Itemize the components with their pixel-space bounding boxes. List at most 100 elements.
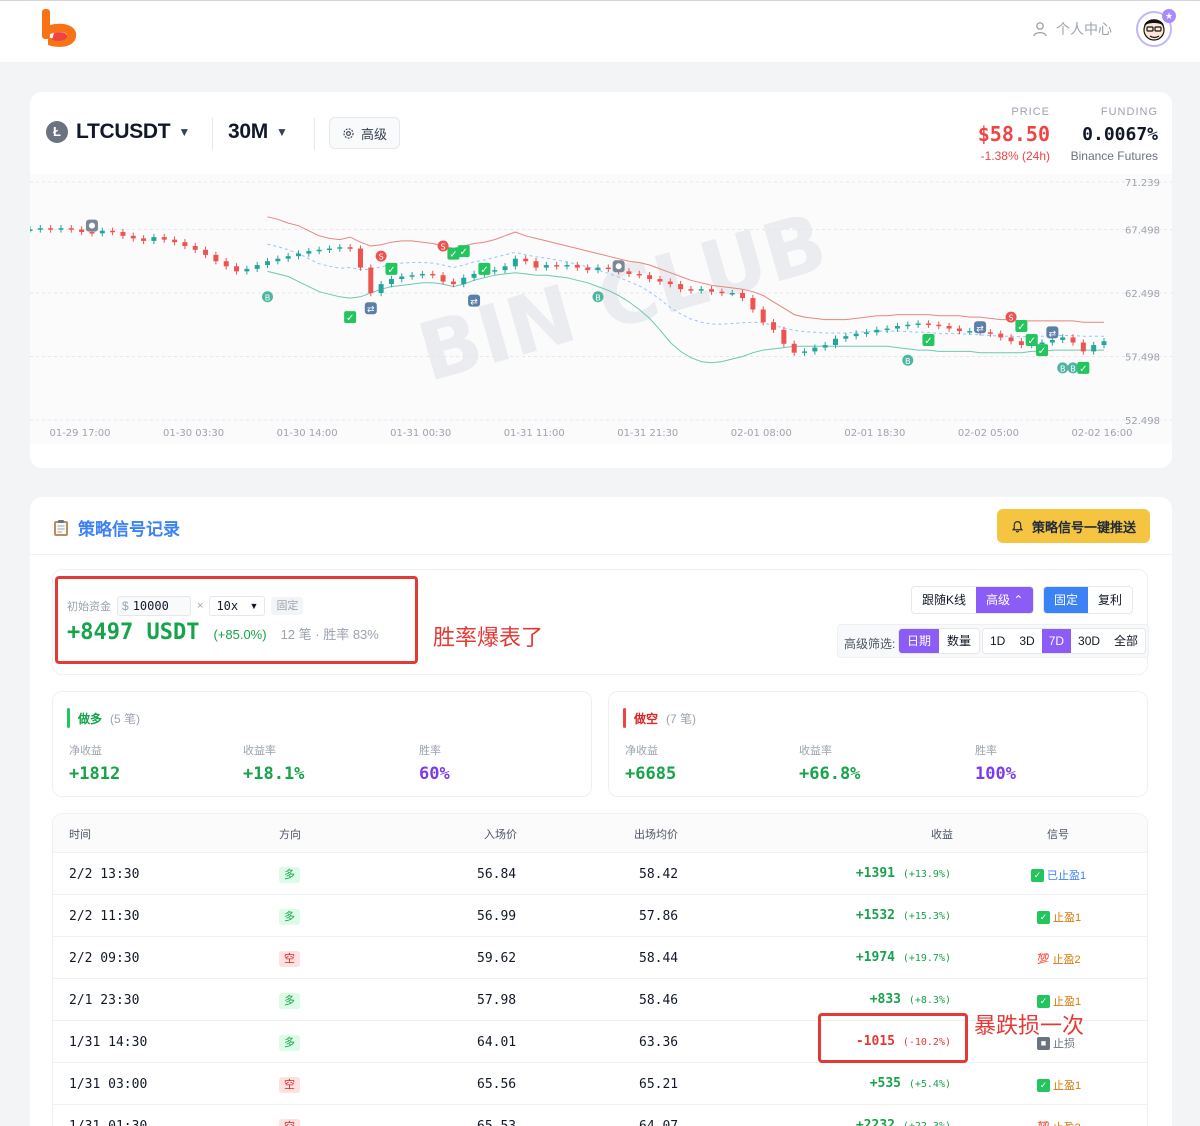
cell-exit: 58.46: [639, 993, 679, 1008]
candle-body: [956, 328, 962, 332]
th-direction: 方向: [279, 829, 301, 841]
check-marker-glyph: ✓: [346, 313, 354, 324]
candle-body: [440, 275, 446, 282]
cell-signal: 💯止盈2: [1037, 1119, 1081, 1126]
y-tick-label: 62.498: [1125, 289, 1160, 300]
cell-exit: 58.44: [639, 951, 679, 966]
candle-body: [833, 338, 838, 346]
range-3d[interactable]: 3D: [1012, 629, 1042, 653]
candle-body: [234, 266, 240, 272]
cell-entry: 56.99: [477, 909, 517, 924]
long-win-label: 胜率: [419, 745, 441, 757]
winrate-annotation: 胜率爆表了: [433, 625, 544, 650]
long-summary-card: 做多 (5 笔) 净收益 +1812 收益率 +18.1% 胜率 60%: [52, 691, 592, 797]
range-1d[interactable]: 1D: [983, 629, 1013, 653]
cell-time: 1/31 03:00: [69, 1077, 148, 1092]
loss-annotation: 暴跌损一次: [974, 1013, 1085, 1038]
candle-body: [326, 248, 332, 251]
pnl-value: +535: [869, 1076, 902, 1091]
funding-label: FUNDING: [1100, 106, 1158, 118]
candle-body: [564, 265, 570, 267]
candle-body: [1008, 337, 1014, 342]
candle-body: [554, 265, 560, 267]
cell-time: 2/2 09:30: [69, 951, 140, 966]
range-7d[interactable]: 7D: [1041, 629, 1072, 653]
pnl-pct: (+8.3%): [908, 995, 951, 1006]
divider: [314, 118, 315, 150]
x-tick-label: 02-02 16:00: [1071, 428, 1132, 439]
x-tick-label: 01-31 21:30: [617, 428, 678, 439]
candle-body: [574, 265, 580, 268]
hundred-icon: 💯: [1037, 1122, 1049, 1126]
hundred-icon: 💯: [1037, 953, 1050, 965]
chart-svg[interactable]: 71.239 67.498 62.498 57.498 52.498 01-29 17:0…: [27, 174, 1172, 444]
timeframe-selector[interactable]: 30M ▼: [228, 120, 288, 144]
cell-exit: 65.21: [639, 1077, 679, 1092]
table-row[interactable]: 1/31 03:00 空 65.56 65.21 +535 (+5.4%) ✓ 止盈1: [53, 1062, 1147, 1104]
candlestick-chart[interactable]: 71.239 67.498 62.498 57.498 52.498 01-29 17:0…: [27, 174, 1172, 444]
cell-exit: 58.42: [639, 867, 679, 882]
candle-body: [368, 267, 374, 293]
stop-marker-dot: [88, 222, 95, 229]
table-row[interactable]: 2/2 11:30 多 56.99 57.86 +1532 (+15.3%) ✓ 止盈1: [53, 894, 1147, 936]
cell-direction: 多: [279, 993, 300, 1009]
table-row[interactable]: 2/2 09:30 空 59.62 58.44 +1974 (+19.7%) 💯 止盈2: [53, 936, 1147, 978]
candle-body: [740, 292, 746, 299]
brand-logo-icon[interactable]: [40, 9, 80, 51]
cell-time: 1/31 01:30: [69, 1119, 147, 1126]
candle-body: [182, 242, 188, 246]
mode-compound[interactable]: 复利: [1088, 587, 1133, 613]
candle-body: [203, 249, 209, 255]
cell-pnl: +1974 (+19.7%): [856, 950, 951, 965]
cell-signal: ✓ 止盈1: [1037, 993, 1081, 1009]
range-30d[interactable]: 30D: [1071, 629, 1108, 653]
short-net: 净收益 +6685: [625, 742, 676, 784]
candle-body: [37, 228, 43, 230]
sell-marker-glyph: S: [1009, 314, 1014, 323]
push-signals-button[interactable]: 策略信号一键推送: [996, 509, 1150, 543]
check-icon: ✓: [1037, 910, 1050, 924]
range-all[interactable]: 全部: [1107, 629, 1146, 653]
signal-title-text: 策略信号记录: [78, 520, 180, 539]
cell-entry: 56.84: [477, 867, 517, 882]
candle-body: [110, 230, 116, 233]
advanced-label: 高级: [361, 126, 388, 142]
table-row[interactable]: 1/31 01:30 空 65.53 64.07 +2232 (+22.3%) 💯止盈2: [53, 1104, 1147, 1126]
view-advanced[interactable]: 高级 ⌃: [976, 587, 1034, 613]
pnl-pct: (+19.7%): [902, 953, 951, 964]
filter-by-date[interactable]: 日期: [899, 629, 940, 653]
candle-body: [523, 258, 529, 262]
top-nav: 个人中心 ★: [0, 0, 1200, 62]
candle-body: [853, 333, 859, 337]
view-follow-kline[interactable]: 跟随K线: [912, 587, 977, 613]
advanced-settings-button[interactable]: 高级: [329, 117, 401, 149]
y-tick-label: 52.498: [1125, 416, 1160, 427]
short-win-label: 胜率: [975, 745, 997, 757]
cell-entry: 65.56: [477, 1077, 517, 1092]
candle-body: [1080, 342, 1086, 352]
mode-fixed[interactable]: 固定: [1044, 587, 1089, 613]
cell-pnl: +833 (+8.3%): [870, 992, 951, 1007]
candle-body: [1091, 345, 1097, 352]
winrate-highlight: [55, 576, 418, 664]
vip-star-icon: ★: [1162, 9, 1176, 23]
check-icon: ✓: [1037, 994, 1050, 1008]
candle-body: [915, 323, 921, 325]
filter-by-count[interactable]: 数量: [939, 629, 980, 653]
cell-direction: 空: [279, 951, 300, 967]
profile-link[interactable]: 个人中心: [1032, 19, 1112, 39]
x-tick-label: 01-30 14:00: [277, 428, 338, 439]
candle-body: [512, 258, 518, 267]
symbol-selector[interactable]: Ł LTCUSDT ▼: [46, 120, 190, 144]
short-win-value: 100%: [975, 764, 1016, 784]
table-row[interactable]: 2/2 13:30 多 56.84 58.42 +1391 (+13.9%) ✓ 已止盈1: [53, 852, 1147, 894]
profile-label: 个人中心: [1056, 21, 1112, 37]
cell-entry: 59.62: [477, 951, 517, 966]
candle-body: [79, 229, 85, 233]
candle-body: [863, 332, 869, 334]
pnl-value: +1532: [855, 908, 895, 923]
long-rate-value: +18.1%: [243, 764, 305, 784]
x-tick-label: 01-31 11:00: [504, 428, 565, 439]
cell-signal: 💯止盈2: [1037, 951, 1081, 967]
candle-body: [771, 322, 777, 330]
